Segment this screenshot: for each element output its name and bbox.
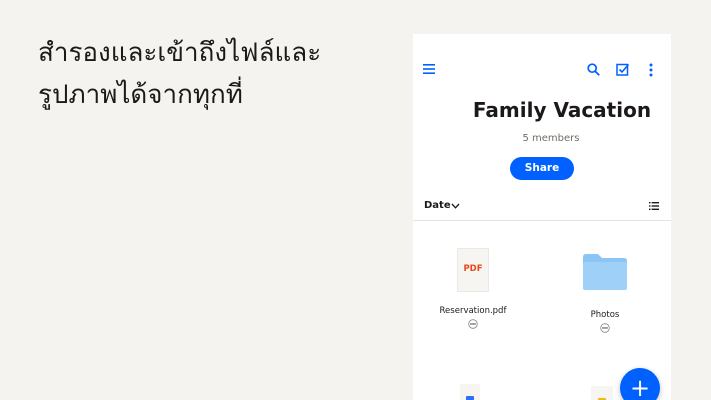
share-button[interactable]: Share	[510, 157, 574, 180]
file-item-folder[interactable]: Photos	[545, 248, 665, 333]
sort-dropdown[interactable]: Date	[424, 200, 451, 211]
file-name: Reservation.pdf	[439, 306, 507, 316]
more-vertical-icon[interactable]	[648, 63, 654, 77]
folder-icon	[583, 254, 627, 290]
file-name: Photos	[590, 310, 620, 320]
pdf-thumb-label: PDF	[463, 264, 483, 274]
member-count: 5 members	[522, 133, 580, 144]
select-icon[interactable]	[616, 63, 629, 76]
list-view-icon[interactable]	[649, 202, 659, 210]
chevron-down-icon[interactable]	[451, 203, 460, 209]
document-file-icon[interactable]	[591, 386, 613, 400]
search-icon[interactable]	[587, 63, 600, 76]
folder-title: Family Vacation	[472, 98, 652, 122]
sort-bar: Date	[413, 194, 671, 221]
pdf-file-icon: PDF	[457, 248, 489, 292]
file-item-pdf[interactable]: PDF Reservation.pdf	[413, 248, 533, 329]
menu-icon[interactable]	[423, 64, 435, 74]
promo-headline: สำรองและเข้าถึงไฟล์และรูปภาพได้จากทุกที่	[38, 38, 322, 110]
document-file-icon[interactable]	[460, 384, 480, 400]
more-horizontal-icon[interactable]	[468, 319, 478, 329]
top-app-bar	[413, 34, 671, 104]
add-button[interactable]: +	[620, 368, 660, 400]
more-horizontal-icon[interactable]	[600, 323, 610, 333]
phone-screen: Family Vacation 5 members Share Date PDF…	[413, 34, 671, 400]
